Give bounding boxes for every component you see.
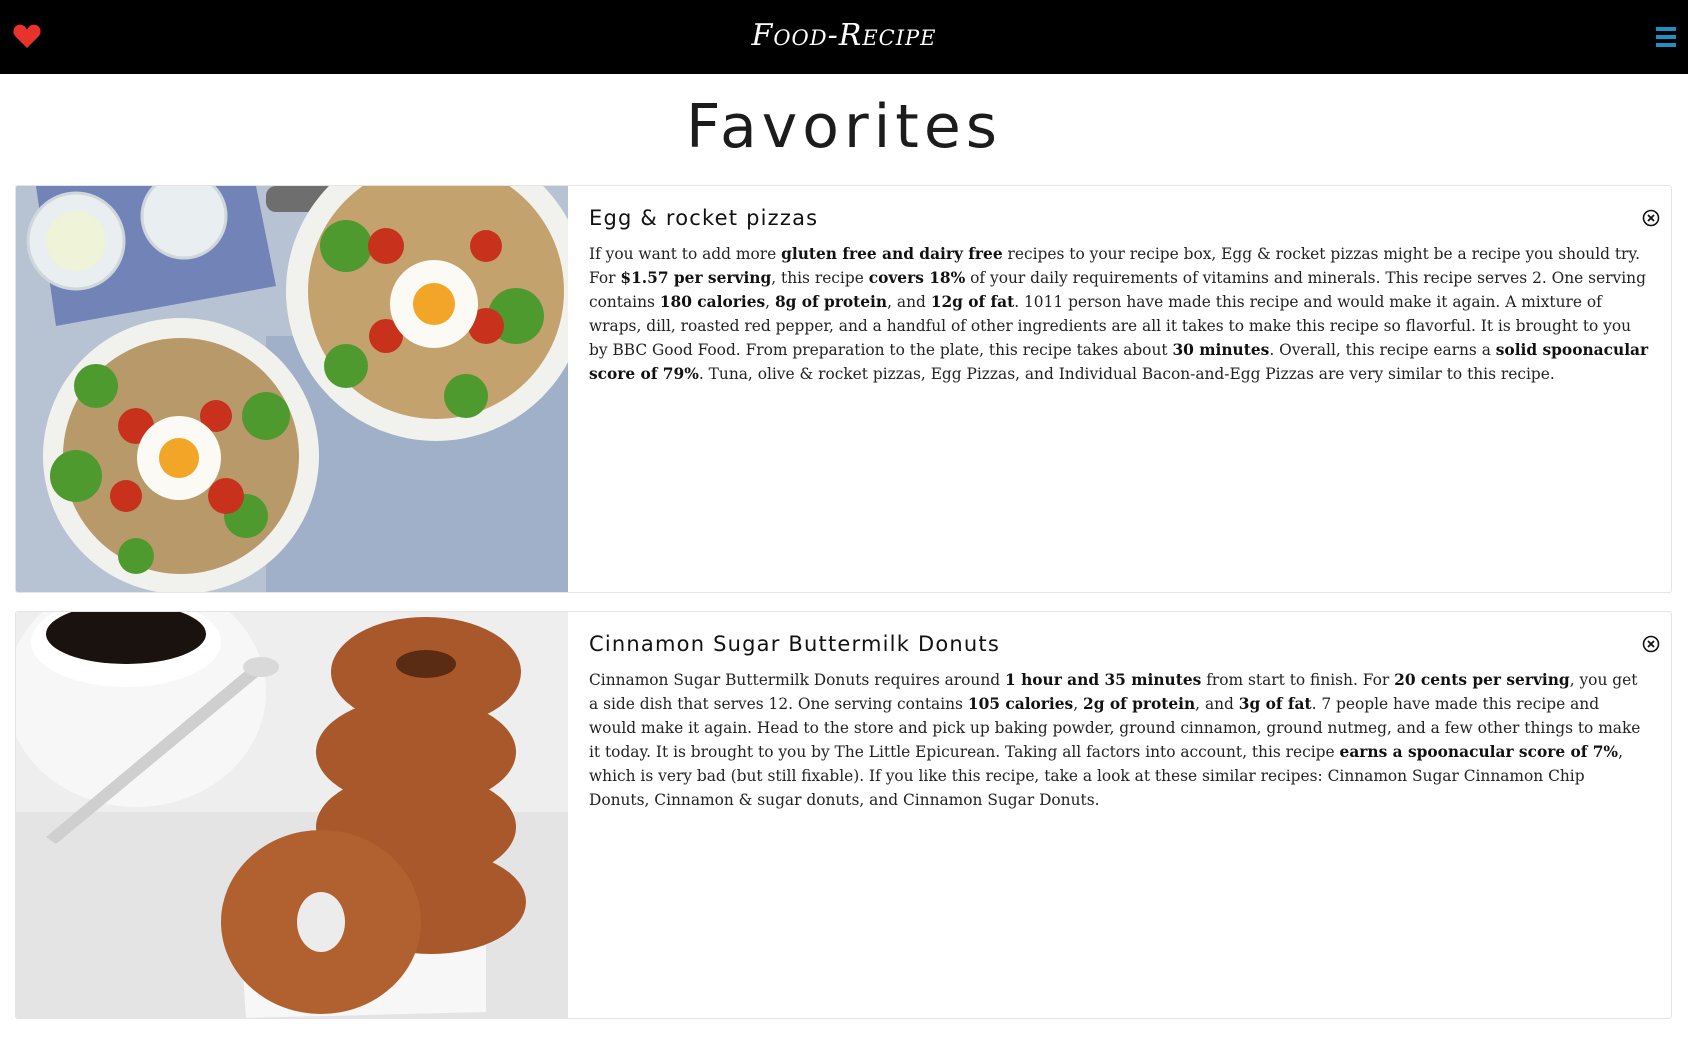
summary-highlight: 105 calories [967,695,1074,713]
brand-logo[interactable]: Food-Recipe [752,18,937,53]
recipe-card[interactable]: Cinnamon Sugar Buttermilk Donuts Cinnamo… [15,611,1672,1019]
recipe-title[interactable]: Cinnamon Sugar Buttermilk Donuts [589,632,1649,656]
recipe-card-body: Egg & rocket pizzas If you want to add m… [589,206,1649,386]
hamburger-menu-button[interactable] [1646,24,1676,50]
summary-highlight: 180 calories [659,293,766,311]
recipe-image-egg-rocket-pizzas[interactable] [16,186,568,592]
summary-highlight: 3g of fat [1238,695,1312,713]
summary-text: , and [1195,695,1239,713]
summary-text: , this recipe [771,269,869,287]
summary-text: from start to finish. For [1201,671,1395,689]
recipe-summary: If you want to add more gluten free and … [589,242,1649,386]
summary-highlight: 30 minutes [1172,341,1270,359]
summary-highlight: 20 cents per serving [1394,671,1570,689]
summary-text: . Overall, this recipe earns a [1269,341,1496,359]
remove-favorite-button[interactable] [1641,208,1661,228]
heart-icon [13,24,41,48]
summary-text: . Tuna, olive & rocket pizzas, Egg Pizza… [698,365,1555,383]
summary-highlight: 12g of fat [930,293,1015,311]
close-circle-icon [1642,209,1660,227]
recipe-card-body: Cinnamon Sugar Buttermilk Donuts Cinnamo… [589,632,1649,812]
recipe-photo [16,186,568,592]
recipe-photo [16,612,568,1018]
top-navbar: Food-Recipe [0,0,1688,74]
close-circle-icon [1642,635,1660,653]
summary-text: , and [887,293,931,311]
summary-highlight: 1 hour and 35 minutes [1005,671,1202,689]
summary-highlight: covers 18% [868,269,966,287]
summary-text: Cinnamon Sugar Buttermilk Donuts require… [589,671,1005,689]
favorites-heart-button[interactable] [12,22,42,50]
summary-text: , [1073,695,1084,713]
page-title: Favorites [685,92,1003,162]
summary-highlight: gluten free and dairy free [781,245,1003,263]
recipe-image-cinnamon-donuts[interactable] [16,612,568,1018]
recipe-card[interactable]: Egg & rocket pizzas If you want to add m… [15,185,1672,593]
recipe-title[interactable]: Egg & rocket pizzas [589,206,1649,230]
summary-highlight: 8g of protein [774,293,888,311]
hamburger-menu-icon [1656,27,1676,47]
summary-text: , [765,293,775,311]
recipe-summary: Cinnamon Sugar Buttermilk Donuts require… [589,668,1649,812]
brand-logo-wrap: Food-Recipe [0,18,1688,53]
summary-highlight: $1.57 per serving [620,269,772,287]
summary-highlight: 2g of protein [1083,695,1196,713]
remove-favorite-button[interactable] [1641,634,1661,654]
summary-text: If you want to add more [589,245,782,263]
summary-highlight: earns a spoonacular score of 7% [1339,743,1619,761]
